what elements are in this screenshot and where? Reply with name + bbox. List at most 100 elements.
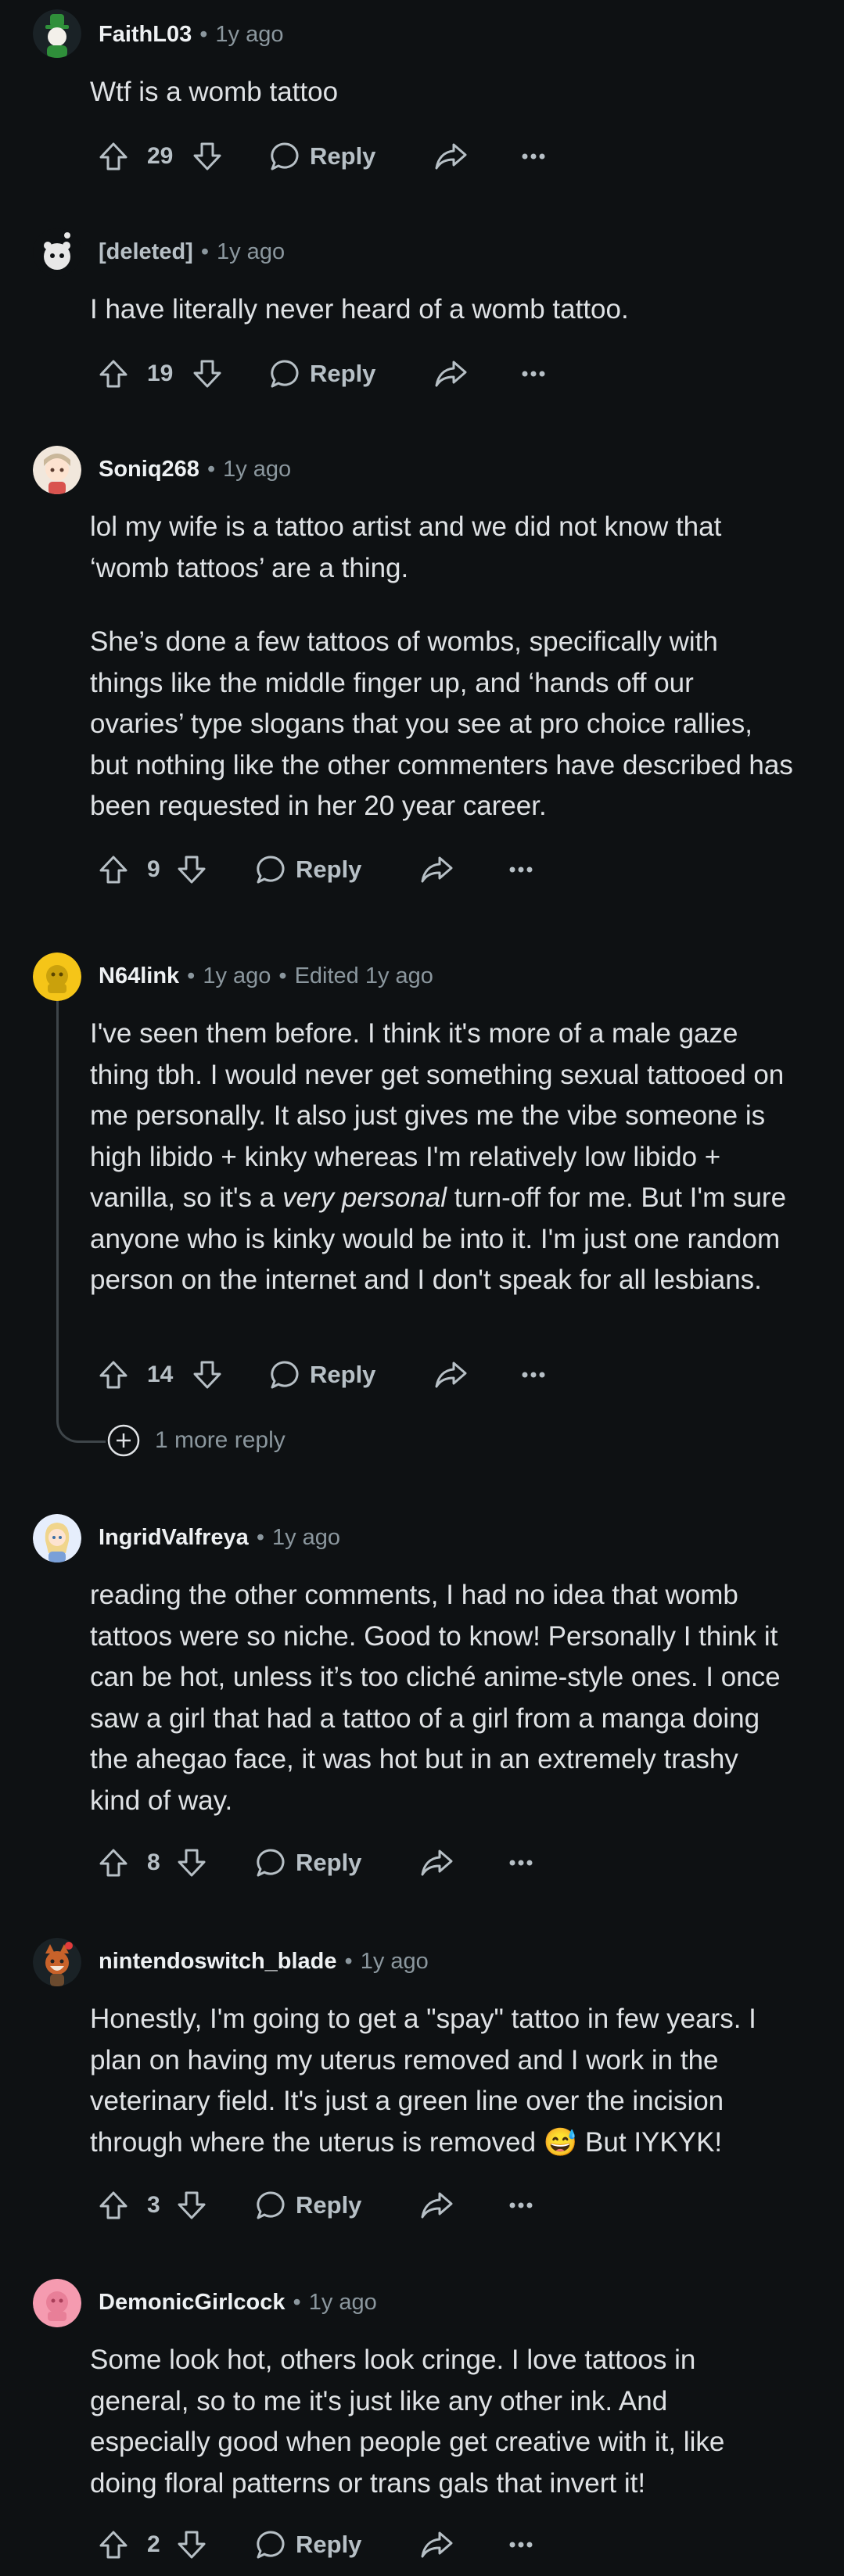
comment-body: Some look hot, others look cringe. I lov… xyxy=(90,2340,794,2504)
user-avatar[interactable] xyxy=(33,953,81,1001)
downvote-button[interactable] xyxy=(175,2513,208,2576)
more-options-button[interactable] xyxy=(521,1344,546,1406)
timestamp[interactable]: 1y ago xyxy=(223,457,291,482)
thread-line[interactable] xyxy=(56,998,59,1420)
share-button[interactable] xyxy=(419,1832,454,1894)
comment-meta: nintendoswitch_blade • 1y ago xyxy=(0,1927,844,1999)
comment-actions: 29 Reply xyxy=(81,125,629,188)
downvote-button[interactable] xyxy=(191,1344,224,1406)
user-avatar[interactable] xyxy=(33,228,81,277)
user-avatar[interactable] xyxy=(33,2279,81,2327)
comment-bubble-icon xyxy=(271,1361,299,1389)
timestamp[interactable]: 1y ago xyxy=(217,239,285,264)
vote-count: 29 xyxy=(147,143,174,169)
downvote-button[interactable] xyxy=(175,838,208,901)
comment-body: lol my wife is a tattoo artist and we di… xyxy=(90,507,794,827)
share-button[interactable] xyxy=(419,838,454,901)
more-options-button[interactable] xyxy=(508,838,533,901)
upvote-icon xyxy=(99,2191,127,2219)
timestamp[interactable]: 1y ago xyxy=(361,1949,429,1974)
downvote-icon xyxy=(178,2191,206,2219)
comment-actions: 19 Reply xyxy=(81,343,629,405)
author-name[interactable]: nintendoswitch_blade xyxy=(99,1949,337,1974)
author-name[interactable]: IngridValfreya xyxy=(99,1525,249,1550)
comment-meta-text: nintendoswitch_blade • 1y ago xyxy=(99,1946,429,1977)
author-name[interactable]: N64link xyxy=(99,963,179,988)
reply-button[interactable]: Reply xyxy=(269,1344,375,1406)
comment-bubble-icon xyxy=(257,2191,285,2219)
author-name[interactable]: DemonicGirlcock xyxy=(99,2290,286,2315)
comment-paragraph: I've seen them before. I think it's more… xyxy=(90,1014,794,1301)
more-options-icon xyxy=(522,153,545,160)
reply-label: Reply xyxy=(296,1849,362,1876)
reply-label: Reply xyxy=(296,2191,362,2219)
downvote-button[interactable] xyxy=(191,343,224,405)
user-avatar[interactable] xyxy=(33,446,81,494)
more-options-button[interactable] xyxy=(508,2513,533,2576)
comment-actions: 2 Reply xyxy=(81,2513,629,2576)
upvote-button[interactable] xyxy=(97,343,130,405)
more-options-icon xyxy=(509,2542,533,2548)
more-options-button[interactable] xyxy=(521,343,546,405)
share-button[interactable] xyxy=(419,2174,454,2237)
share-button[interactable] xyxy=(433,125,468,188)
author-name: [deleted] xyxy=(99,239,193,264)
plus-circle-icon xyxy=(107,1424,140,1457)
more-options-button[interactable] xyxy=(508,1832,533,1894)
share-icon xyxy=(435,143,467,170)
upvote-icon xyxy=(99,360,127,388)
vote-count: 8 xyxy=(147,1849,160,1875)
more-replies-button[interactable]: 1 more reply xyxy=(106,1423,286,1458)
user-avatar[interactable] xyxy=(33,1938,81,1986)
more-options-icon xyxy=(509,1860,533,1866)
comment-meta: FaithL03 • 1y ago xyxy=(0,0,844,72)
more-options-icon xyxy=(522,1372,545,1378)
reply-button[interactable]: Reply xyxy=(255,838,361,901)
downvote-icon xyxy=(193,1361,221,1389)
vote-count: 3 xyxy=(147,2192,160,2218)
comment-meta-text: [deleted] • 1y ago xyxy=(99,236,285,267)
upvote-button[interactable] xyxy=(97,125,130,188)
more-options-button[interactable] xyxy=(521,125,546,188)
timestamp[interactable]: 1y ago xyxy=(272,1525,340,1550)
comment-actions: 14 Reply xyxy=(81,1344,629,1406)
user-avatar[interactable] xyxy=(33,9,81,58)
reply-button[interactable]: Reply xyxy=(255,1832,361,1894)
upvote-button[interactable] xyxy=(97,1832,130,1894)
thread-line-curve xyxy=(56,1417,106,1443)
upvote-button[interactable] xyxy=(97,838,130,901)
downvote-button[interactable] xyxy=(175,1832,208,1894)
timestamp[interactable]: 1y ago xyxy=(215,22,283,47)
comment-meta: [deleted] • 1y ago xyxy=(0,217,844,289)
meta-separator: • xyxy=(199,22,208,47)
comment-body: Honestly, I'm going to get a "spay" tatt… xyxy=(90,1999,794,2163)
upvote-button[interactable] xyxy=(97,2174,130,2237)
timestamp[interactable]: 1y ago xyxy=(203,963,271,988)
share-icon xyxy=(421,856,453,883)
reply-label: Reply xyxy=(310,360,376,387)
reply-button[interactable]: Reply xyxy=(269,125,375,188)
share-icon xyxy=(435,361,467,387)
share-icon xyxy=(435,1362,467,1388)
reply-button[interactable]: Reply xyxy=(255,2174,361,2237)
downvote-icon xyxy=(193,360,221,388)
author-name[interactable]: FaithL03 xyxy=(99,22,192,47)
downvote-button[interactable] xyxy=(175,2174,208,2237)
reply-button[interactable]: Reply xyxy=(255,2513,361,2576)
more-options-button[interactable] xyxy=(508,2174,533,2237)
comment-bubble-icon xyxy=(271,360,299,388)
share-button[interactable] xyxy=(419,2513,454,2576)
upvote-button[interactable] xyxy=(97,2513,130,2576)
comment-paragraph: reading the other comments, I had no ide… xyxy=(90,1580,781,1816)
upvote-button[interactable] xyxy=(97,1344,130,1406)
timestamp[interactable]: 1y ago xyxy=(309,2290,377,2315)
share-icon xyxy=(421,2531,453,2558)
share-button[interactable] xyxy=(433,343,468,405)
share-button[interactable] xyxy=(433,1344,468,1406)
user-avatar[interactable] xyxy=(33,1514,81,1562)
author-name[interactable]: Soniq268 xyxy=(99,457,199,482)
comment-meta-text: Soniq268 • 1y ago xyxy=(99,454,291,485)
downvote-button[interactable] xyxy=(191,125,224,188)
reply-button[interactable]: Reply xyxy=(269,343,375,405)
downvote-icon xyxy=(178,856,206,884)
